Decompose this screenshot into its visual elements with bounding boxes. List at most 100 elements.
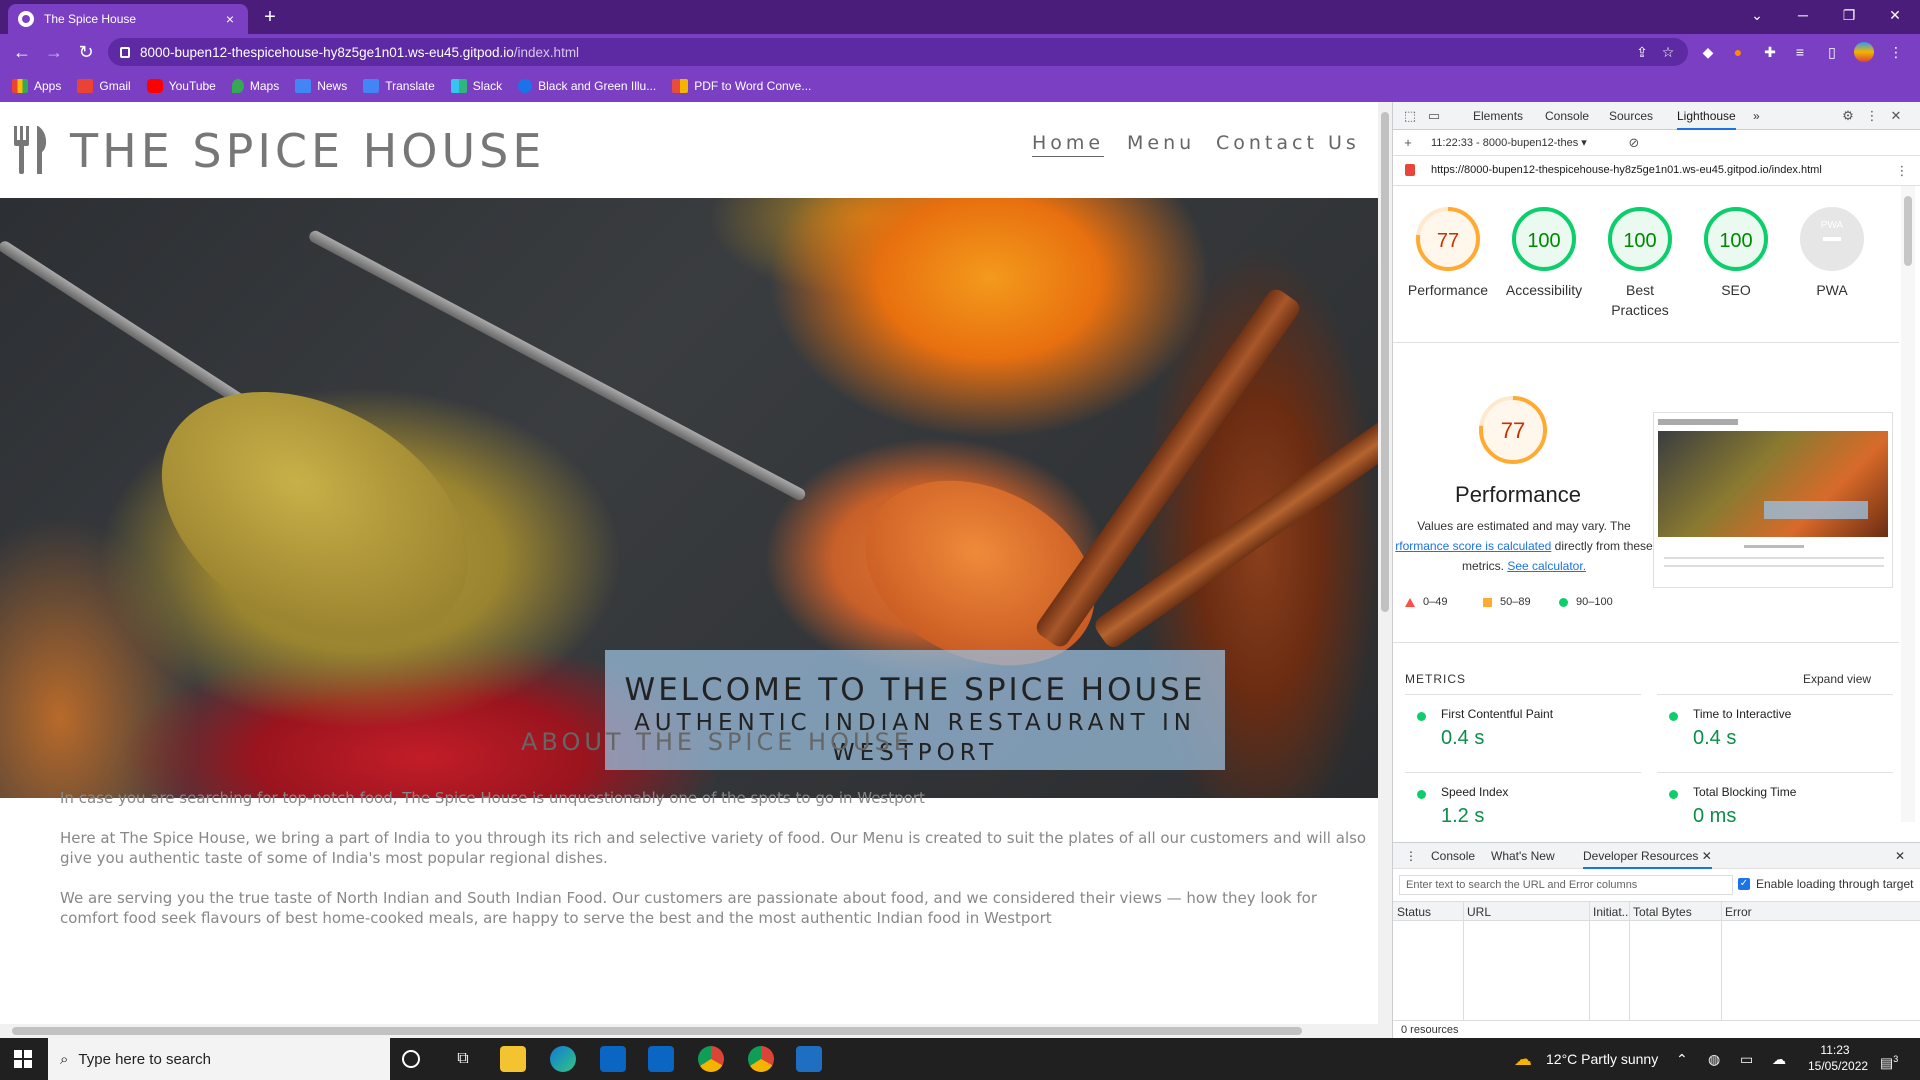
- see-calculator-link[interactable]: See calculator.: [1507, 559, 1586, 573]
- site-horizontal-scrollbar[interactable]: [0, 1024, 1378, 1038]
- search-icon: ⌕: [60, 1050, 69, 1068]
- bookmark-youtube[interactable]: YouTube: [146, 79, 216, 93]
- bookmark-apps[interactable]: Apps: [12, 79, 61, 93]
- col-url[interactable]: URL: [1467, 905, 1491, 919]
- drawer-tab-bar: ⋮ Console What's New Developer Resources…: [1393, 843, 1920, 869]
- report-url[interactable]: https://8000-bupen12-thespicehouse-hy8z5…: [1431, 164, 1822, 176]
- tab-elements[interactable]: Elements: [1473, 109, 1523, 123]
- reading-list-icon[interactable]: ≡: [1790, 42, 1810, 62]
- device-toolbar-icon[interactable]: ▭: [1425, 107, 1443, 125]
- score-gauge-best-practices[interactable]: 100: [1607, 206, 1673, 272]
- site-vertical-scrollbar[interactable]: [1378, 102, 1392, 1038]
- drawer-menu-icon[interactable]: ⋮: [1405, 849, 1417, 863]
- tab-lighthouse[interactable]: Lighthouse: [1677, 109, 1736, 130]
- tab-sources[interactable]: Sources: [1609, 109, 1653, 123]
- site-logo-text[interactable]: THE SPICE HOUSE: [70, 124, 545, 178]
- profile-avatar-icon[interactable]: [1854, 42, 1874, 62]
- new-report-plus-icon[interactable]: +: [1399, 134, 1417, 152]
- bookmark-pdf[interactable]: PDF to Word Conve...: [672, 79, 811, 93]
- bookmark-star-icon[interactable]: ☆: [1658, 42, 1678, 62]
- browser-tab[interactable]: The Spice House ×: [8, 4, 248, 34]
- tab-search-icon[interactable]: ⌄: [1734, 0, 1780, 30]
- bookmark-translate[interactable]: Translate: [363, 79, 435, 93]
- network-icon[interactable]: ◍: [1708, 1038, 1720, 1080]
- tab-title: The Spice House: [44, 12, 137, 26]
- back-arrow-icon[interactable]: ←: [10, 40, 34, 64]
- photos-icon[interactable]: [796, 1046, 822, 1072]
- tab-console[interactable]: Console: [1545, 109, 1589, 123]
- customize-menu-icon[interactable]: ⋮: [1863, 107, 1881, 125]
- store-icon[interactable]: [648, 1046, 674, 1072]
- lighthouse-scrollbar[interactable]: [1901, 186, 1915, 822]
- mail-icon[interactable]: [600, 1046, 626, 1072]
- chrome-active-icon[interactable]: [748, 1046, 774, 1072]
- tab-close-icon[interactable]: ×: [222, 11, 238, 27]
- bookmark-maps[interactable]: Maps: [231, 79, 279, 93]
- col-status[interactable]: Status: [1397, 905, 1431, 919]
- nav-contact-link[interactable]: Contact Us: [1216, 132, 1360, 154]
- clear-reports-icon[interactable]: ⊘: [1625, 134, 1643, 152]
- task-view-icon[interactable]: ⧉: [450, 1046, 476, 1072]
- col-error[interactable]: Error: [1725, 905, 1752, 919]
- col-total-bytes[interactable]: Total Bytes: [1633, 905, 1692, 919]
- report-menu-icon[interactable]: ⋮: [1893, 162, 1911, 180]
- score-gauge-accessibility[interactable]: 100: [1511, 206, 1577, 272]
- enable-loading-checkbox[interactable]: ✓ Enable loading through target: [1738, 877, 1913, 891]
- extension-icon[interactable]: ◆: [1698, 42, 1718, 62]
- nav-home-link[interactable]: Home: [1032, 132, 1105, 157]
- scrollbar-thumb[interactable]: [1381, 112, 1389, 612]
- taskbar-search-box[interactable]: ⌕ Type here to search: [48, 1038, 390, 1080]
- windows-start-icon[interactable]: [14, 1050, 32, 1068]
- resources-filter-input[interactable]: Enter text to search the URL and Error c…: [1399, 875, 1733, 895]
- bookmark-slack[interactable]: Slack: [450, 79, 502, 93]
- drawer-tab-developer-resources[interactable]: Developer Resources ✕: [1583, 849, 1712, 869]
- close-window-button[interactable]: ✕: [1872, 0, 1918, 30]
- drawer-tab-whats-new[interactable]: What's New: [1491, 849, 1555, 863]
- close-tab-icon[interactable]: ✕: [1702, 849, 1712, 863]
- minimize-button[interactable]: ─: [1780, 0, 1826, 30]
- edge-browser-icon[interactable]: [550, 1046, 576, 1072]
- col-initiator[interactable]: Initiat..: [1593, 905, 1628, 919]
- clock[interactable]: 11:23 15/05/2022: [1808, 1042, 1868, 1074]
- show-hidden-icons[interactable]: ⌃: [1676, 1038, 1688, 1080]
- address-bar[interactable]: 8000-bupen12-thespicehouse-hy8z5ge1n01.w…: [108, 38, 1688, 66]
- onedrive-icon[interactable]: ☁: [1772, 1038, 1786, 1080]
- side-panel-icon[interactable]: ▯: [1822, 42, 1842, 62]
- close-drawer-icon[interactable]: ✕: [1895, 849, 1905, 863]
- reload-icon[interactable]: ↻: [74, 40, 98, 64]
- checkbox-checked-icon[interactable]: ✓: [1738, 878, 1750, 890]
- score-gauge-seo[interactable]: 100: [1703, 206, 1769, 272]
- score-label: PWA: [1816, 282, 1848, 298]
- file-explorer-icon[interactable]: [500, 1046, 526, 1072]
- nav-menu-link[interactable]: Menu: [1127, 132, 1195, 154]
- score-gauge-pwa[interactable]: PWA: [1799, 206, 1865, 272]
- score-value: 100: [1527, 230, 1560, 252]
- scrollbar-thumb[interactable]: [1904, 196, 1912, 266]
- bookmark-canva[interactable]: Black and Green Illu...: [518, 79, 656, 93]
- inspect-element-icon[interactable]: ⬚: [1401, 107, 1419, 125]
- display-icon[interactable]: ▭: [1740, 1038, 1753, 1080]
- notifications-icon[interactable]: ▤3: [1880, 1038, 1898, 1080]
- new-tab-button[interactable]: +: [258, 6, 282, 30]
- restore-button[interactable]: ❐: [1826, 0, 1872, 30]
- weather-text[interactable]: 12°C Partly sunny: [1546, 1038, 1658, 1080]
- expand-view-toggle[interactable]: Expand view: [1803, 672, 1871, 686]
- more-menu-icon[interactable]: ⋮: [1886, 42, 1906, 62]
- page-screenshot-thumbnail[interactable]: [1653, 412, 1893, 588]
- bookmark-gmail[interactable]: Gmail: [77, 79, 131, 93]
- extensions-puzzle-icon[interactable]: ✚: [1760, 42, 1780, 62]
- drawer-tab-console[interactable]: Console: [1431, 849, 1475, 863]
- share-icon[interactable]: ⇪: [1632, 42, 1652, 62]
- scrollbar-thumb[interactable]: [12, 1027, 1302, 1035]
- chrome-icon[interactable]: [698, 1046, 724, 1072]
- extension-orange-icon[interactable]: ●: [1728, 42, 1748, 62]
- cortana-icon[interactable]: [402, 1050, 420, 1068]
- performance-score-link[interactable]: rformance score is calculated: [1395, 539, 1551, 553]
- more-tabs-icon[interactable]: »: [1753, 109, 1760, 123]
- bookmark-news[interactable]: News: [295, 79, 347, 93]
- close-devtools-icon[interactable]: ✕: [1887, 107, 1905, 125]
- forward-arrow-icon[interactable]: →: [42, 40, 66, 64]
- settings-gear-icon[interactable]: ⚙: [1839, 107, 1857, 125]
- score-gauge-performance[interactable]: 77: [1415, 206, 1481, 272]
- report-select[interactable]: 11:22:33 - 8000-bupen12-thes ▾: [1431, 136, 1587, 149]
